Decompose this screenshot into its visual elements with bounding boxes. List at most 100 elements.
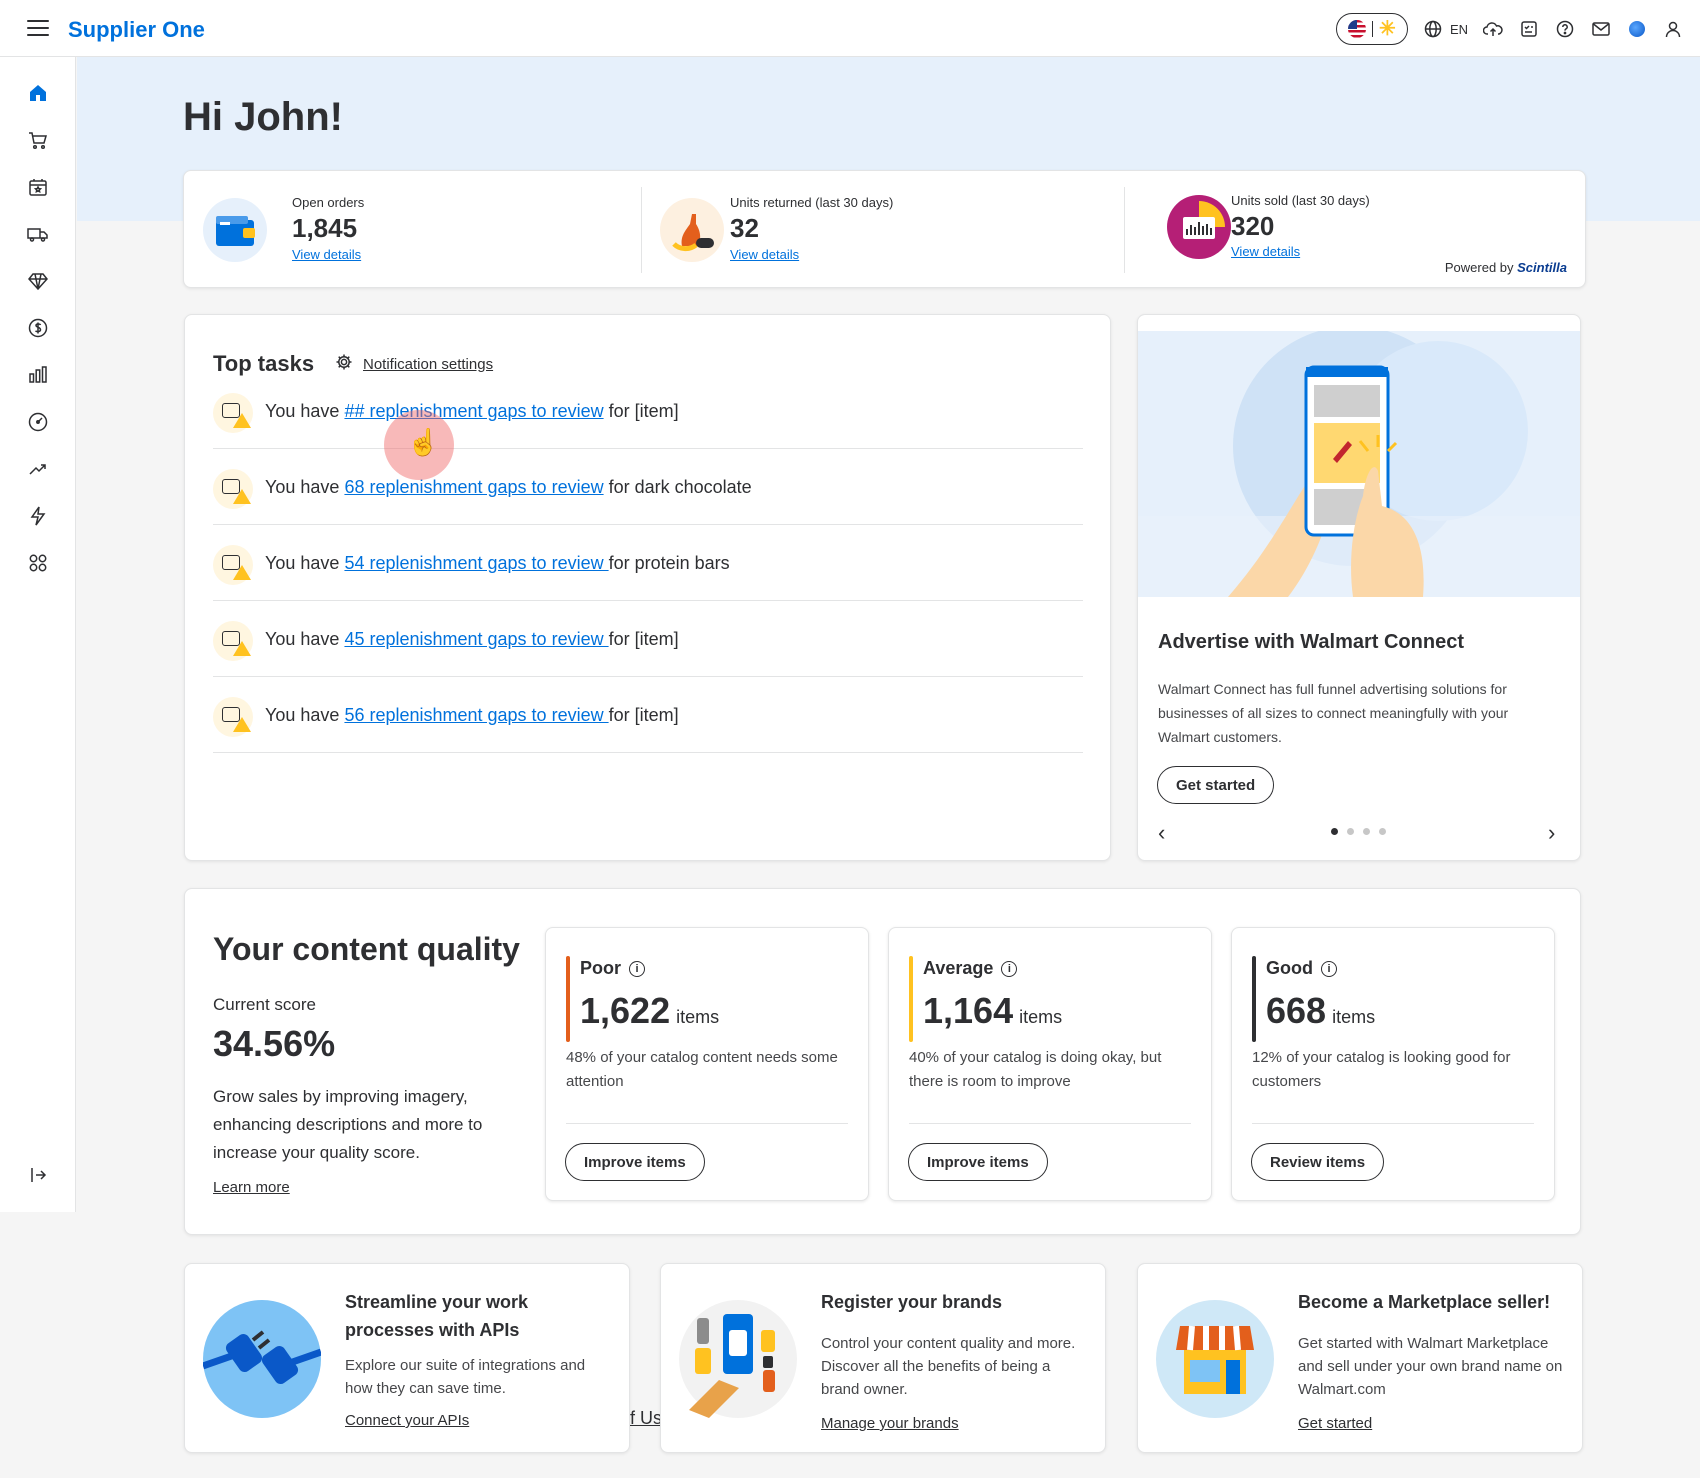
help-icon[interactable] [1554, 18, 1576, 40]
carousel-dot[interactable] [1379, 828, 1386, 835]
get-started-link[interactable]: Get started [1298, 1415, 1372, 1432]
task-text: You have 45 replenishment gaps to review… [265, 629, 679, 650]
bar-chart-icon[interactable] [26, 363, 50, 387]
stat-open-orders: Open orders 1,845 View details [203, 171, 623, 289]
country-switcher[interactable]: ✳ [1335, 13, 1408, 45]
task-link[interactable]: 54 replenishment gaps to review [344, 553, 608, 573]
diamond-icon[interactable] [26, 269, 50, 293]
task-prefix: You have [265, 629, 340, 649]
improve-items-button[interactable]: Improve items [565, 1143, 705, 1181]
quality-label: Good [1266, 958, 1313, 978]
replenishment-warning-icon [213, 469, 253, 509]
task-row: You have ## replenishment gaps to review… [213, 373, 1083, 449]
task-row: You have 45 replenishment gaps to review… [213, 601, 1083, 677]
brand-logo[interactable]: Supplier One [68, 17, 205, 43]
collapse-icon[interactable] [26, 1163, 50, 1187]
quality-indicator-bar [1252, 956, 1256, 1042]
learn-more-link[interactable]: Learn more [213, 1179, 290, 1196]
quality-count-value: 1,164 [923, 990, 1014, 1031]
stat-divider [1124, 187, 1125, 273]
info-icon[interactable]: i [1001, 960, 1018, 977]
carousel-dot[interactable] [1331, 828, 1338, 835]
task-link[interactable]: 45 replenishment gaps to review [344, 629, 608, 649]
task-suffix: for [item] [608, 401, 679, 421]
powered-by: Powered by Scintilla [1445, 260, 1567, 275]
task-link[interactable]: 56 replenishment gaps to review [344, 705, 608, 725]
home-icon[interactable] [26, 81, 50, 105]
marketplace-card: Become a Marketplace seller! Get started… [1137, 1263, 1583, 1453]
promo-card: Advertise with Walmart Connect Walmart C… [1137, 314, 1581, 861]
promo-title: Advertise with Walmart Connect [1158, 631, 1464, 653]
carousel-dot[interactable] [1363, 828, 1370, 835]
plug-illustration [201, 1300, 323, 1418]
gear-icon [335, 353, 353, 375]
current-score-label: Current score [213, 995, 316, 1014]
menu-icon[interactable] [27, 20, 49, 36]
scintilla-logo: Scintilla [1517, 260, 1567, 275]
quality-description: Grow sales by improving imagery, enhanci… [213, 1087, 483, 1162]
quality-name: Good i [1266, 958, 1337, 979]
carousel-prev-icon[interactable]: ‹ [1158, 820, 1165, 846]
card-body: Control your content quality and more. D… [821, 1335, 1076, 1398]
card-title: Streamline your work processes with APIs [345, 1292, 529, 1340]
dollar-icon[interactable] [26, 316, 50, 340]
quality-card-good: Good i 668 items 12% of your catalog is l… [1231, 927, 1555, 1201]
card-body: Get started with Walmart Marketplace and… [1298, 1335, 1563, 1398]
task-link[interactable]: ## replenishment gaps to review [344, 401, 603, 421]
apps-icon[interactable] [26, 551, 50, 575]
card-title: Become a Marketplace seller! [1298, 1292, 1551, 1312]
quality-card-average: Average i 1,164 items 40% of your catalog… [888, 927, 1212, 1201]
info-icon[interactable]: i [1321, 960, 1337, 977]
quality-name: Poor i [580, 958, 646, 979]
get-started-button[interactable]: Get started [1157, 766, 1275, 804]
brands-card: Register your brands Control your conten… [660, 1263, 1106, 1453]
notification-settings-link[interactable]: Notification settings [335, 353, 493, 375]
quality-indicator-bar [566, 956, 570, 1042]
checklist-icon[interactable] [1518, 18, 1540, 40]
quality-count-value: 668 [1266, 990, 1327, 1031]
task-text: You have ## replenishment gaps to review… [265, 401, 679, 422]
quality-count: 668 items [1266, 990, 1375, 1032]
review-items-button[interactable]: Review items [1251, 1143, 1385, 1181]
stats-card: Open orders 1,845 View details Units ret… [183, 170, 1586, 288]
mail-icon[interactable] [1590, 18, 1612, 40]
view-details-link[interactable]: View details [292, 247, 361, 262]
top-bar: Supplier One ✳ EN [0, 0, 1700, 57]
top-actions: ✳ EN [1335, 12, 1684, 46]
replenishment-warning-icon [213, 393, 253, 433]
view-details-link[interactable]: View details [1231, 244, 1300, 259]
stat-units-returned: Units returned (last 30 days) 32 View de… [660, 171, 1120, 289]
gauge-icon[interactable] [26, 410, 50, 434]
cloud-upload-icon[interactable] [1482, 18, 1504, 40]
carousel-dot[interactable] [1347, 828, 1354, 835]
store-icon[interactable] [26, 175, 50, 199]
avatar [1629, 21, 1645, 37]
task-link[interactable]: 68 replenishment gaps to review [344, 477, 603, 497]
brands-illustration [679, 1300, 797, 1418]
truck-icon[interactable] [26, 222, 50, 246]
improve-items-button[interactable]: Improve items [908, 1143, 1048, 1181]
view-details-link[interactable]: View details [730, 247, 799, 262]
connect-apis-link[interactable]: Connect your APIs [345, 1412, 469, 1429]
quality-note: 48% of your catalog content needs some a… [566, 1049, 838, 1090]
cart-icon[interactable] [26, 128, 50, 152]
avatar-icon[interactable] [1626, 18, 1648, 40]
trend-icon[interactable] [26, 457, 50, 481]
bolt-icon[interactable] [26, 504, 50, 528]
info-icon[interactable]: i [629, 960, 646, 977]
stat-label: Units returned (last 30 days) [730, 195, 894, 210]
task-suffix: for [item] [608, 705, 679, 725]
spark-icon: ✳ [1379, 18, 1396, 40]
manage-brands-link[interactable]: Manage your brands [821, 1415, 959, 1432]
card-body: Explore our suite of integrations and ho… [345, 1357, 586, 1397]
user-icon[interactable] [1662, 18, 1684, 40]
task-suffix: for dark chocolate [608, 477, 752, 497]
carousel-next-icon[interactable]: › [1548, 820, 1555, 846]
page-title: Hi John! [183, 95, 343, 139]
top-tasks-card: Top tasks Notification settings You have… [184, 314, 1111, 861]
card-title: Register your brands [821, 1292, 1003, 1312]
divider [909, 1123, 1191, 1124]
globe-icon[interactable] [1422, 18, 1444, 40]
language-label[interactable]: EN [1450, 22, 1468, 37]
quality-indicator-bar [909, 956, 913, 1042]
